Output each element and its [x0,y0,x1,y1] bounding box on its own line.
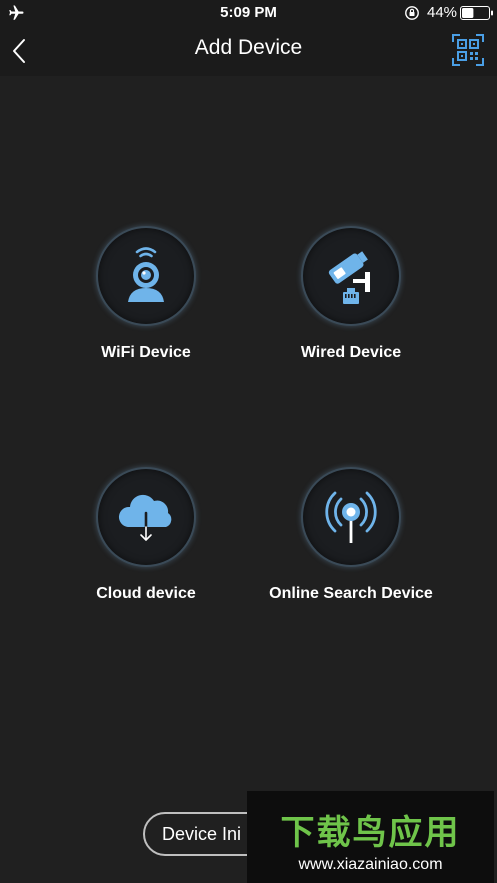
wifi-device-label: WiFi Device [101,344,191,361]
wifi-device-button[interactable]: WiFi Device [26,226,266,386]
cloud-device-label: Cloud device [96,585,196,602]
cloud-device-button[interactable]: Cloud device [26,467,266,627]
qr-scan-icon[interactable] [452,34,484,66]
watermark-url: www.xiazainiao.com [298,856,443,873]
page-title: Add Device [194,36,303,59]
online-search-device-ring [301,467,401,567]
wired-camera-icon [328,251,370,304]
status-time: 5:09 PM [220,4,277,21]
wifi-device-ring [96,226,196,326]
wired-device-button[interactable]: Wired Device [231,226,471,386]
cloud-download-icon [118,494,172,541]
watermark-title: 下载鸟应用 [280,813,461,853]
battery-icon [460,6,493,20]
watermark-overlay: 下载鸟应用 www.xiazainiao.com [247,791,494,883]
online-search-device-button[interactable]: Online Search Device [231,467,471,627]
broadcast-signal-icon [325,491,377,543]
nav-bar: Add Device [0,26,497,76]
wired-device-ring [301,226,401,326]
rotation-lock-icon [405,6,419,20]
online-search-device-label: Online Search Device [269,585,433,602]
cloud-device-ring [96,467,196,567]
status-bar: 5:09 PM 44% [0,0,497,26]
wired-device-label: Wired Device [300,344,402,361]
wifi-camera-icon [128,247,164,302]
battery-percentage: 44% [427,4,458,21]
